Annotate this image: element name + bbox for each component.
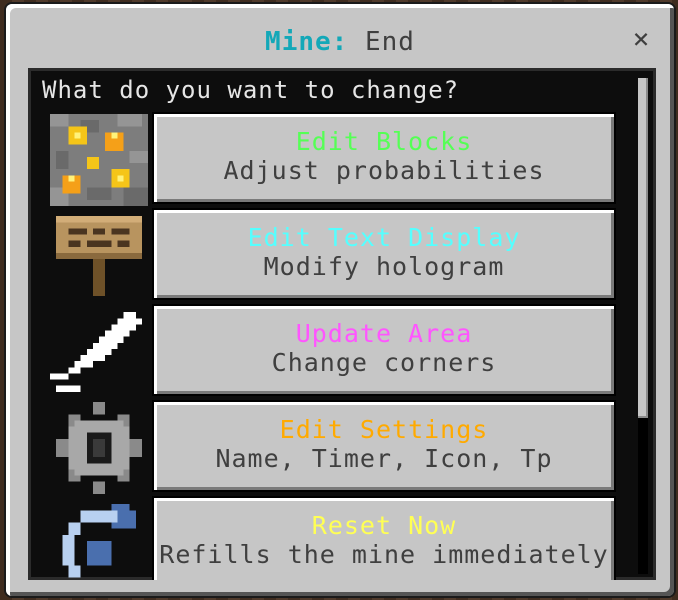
mine-menu-window: Mine: End × What do you want to change? <box>6 4 674 596</box>
reset-now-subtitle: Refills the mine immediately <box>159 540 609 569</box>
wooden-sign-icon <box>56 216 142 296</box>
option-row-edit-settings: Edit Settings Name, Timer, Icon, Tp <box>50 402 624 494</box>
edit-settings-button[interactable]: Edit Settings Name, Timer, Icon, Tp <box>154 402 614 490</box>
option-row-update-area: Update Area Change corners <box>50 306 624 396</box>
option-row-edit-text-display: Edit Text Display Modify hologram <box>50 210 624 300</box>
title-value: End <box>364 27 415 57</box>
pencil-icon <box>50 312 142 392</box>
close-button[interactable]: × <box>626 24 656 54</box>
edit-text-display-button[interactable]: Edit Text Display Modify hologram <box>154 210 614 298</box>
edit-text-display-title: Edit Text Display <box>247 223 521 252</box>
edit-settings-subtitle: Name, Timer, Icon, Tp <box>215 444 553 473</box>
edit-settings-title: Edit Settings <box>279 415 489 444</box>
gold-ore-block-icon <box>50 114 148 206</box>
edit-text-display-subtitle: Modify hologram <box>263 252 505 281</box>
reset-now-title: Reset Now <box>311 511 457 540</box>
scrollbar[interactable] <box>638 78 648 574</box>
edit-blocks-title: Edit Blocks <box>295 127 473 156</box>
window-title: Mine: End <box>6 22 674 62</box>
update-area-subtitle: Change corners <box>271 348 497 377</box>
reset-now-button[interactable]: Reset Now Refills the mine immediately <box>154 498 614 580</box>
edit-blocks-button[interactable]: Edit Blocks Adjust probabilities <box>154 114 614 202</box>
edit-blocks-subtitle: Adjust probabilities <box>223 156 545 185</box>
refresh-icon <box>62 504 136 578</box>
scrollbar-thumb[interactable] <box>638 78 648 418</box>
update-area-button[interactable]: Update Area Change corners <box>154 306 614 394</box>
gear-icon <box>56 402 142 494</box>
update-area-title: Update Area <box>295 319 473 348</box>
option-row-reset-now: Reset Now Refills the mine immediately <box>50 498 624 580</box>
option-row-edit-blocks: Edit Blocks Adjust probabilities <box>50 114 624 206</box>
prompt-text: What do you want to change? <box>42 76 460 104</box>
title-key: Mine: <box>265 27 349 57</box>
options-panel: What do you want to change? Edit Blocks … <box>28 68 656 580</box>
